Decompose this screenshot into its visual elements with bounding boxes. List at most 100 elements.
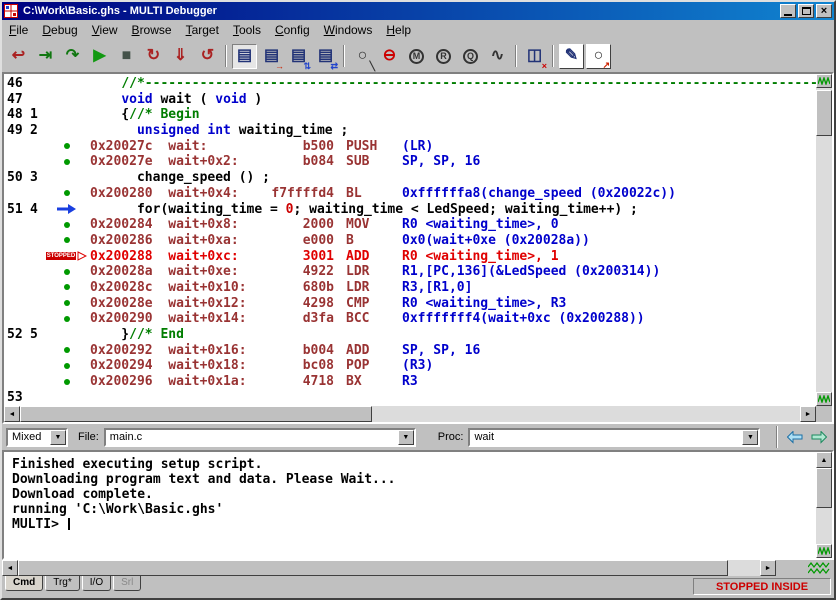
more-text-below-indicator[interactable] [816,392,832,406]
more-text-below-indicator[interactable] [816,544,832,558]
breakpoint-dot[interactable] [43,139,90,154]
register-view-button[interactable]: R [431,44,456,69]
console-vertical-scrollbar[interactable]: ▲ [816,452,832,558]
edit-button[interactable]: ✎ [559,44,584,69]
minimize-button[interactable] [780,4,796,18]
breakpoint-dot[interactable] [43,217,90,232]
code-line[interactable]: 0x20028e wait+0x12:4298CMPR0 <waiting_ti… [4,296,816,312]
quick-view-button[interactable]: Q [458,44,483,69]
asm-operand: R1,[PC,136](&LedSpeed (0x200314)) [402,264,660,279]
menu-item-file[interactable]: File [2,22,35,38]
console-hscroll-thumb[interactable] [18,560,728,576]
more-text-above-indicator[interactable] [816,74,832,88]
back-button[interactable] [784,427,806,447]
next-window-button[interactable]: ▤→ [259,44,284,69]
breakpoint-dot[interactable] [43,343,90,358]
mixed-view-button[interactable]: ▤ [232,44,257,69]
file-dropdown[interactable]: main.c ▼ [104,428,416,447]
signal-view-button[interactable]: ∿ [485,44,510,69]
tile-windows-button[interactable]: ▤⇄ [313,44,338,69]
code-line[interactable]: 53 [4,390,816,406]
go-button[interactable]: ▶ [87,44,112,69]
code-vertical-scrollbar[interactable] [816,74,832,406]
menu-item-view[interactable]: View [85,22,125,38]
code-line[interactable]: 0x20027e wait+0x2:b084SUBSP, SP, 16 [4,154,816,170]
breakpoint-dot[interactable] [43,296,90,311]
breakpoint-dot[interactable] [43,374,90,389]
code-line[interactable]: 47 void wait ( void ) [4,92,816,108]
breakpoints-button[interactable]: ⊖ [377,44,402,69]
menu-item-windows[interactable]: Windows [317,22,380,38]
breakpoint-dot[interactable] [43,358,90,373]
code-line[interactable]: 0x20028a wait+0xe:4922LDRR1,[PC,136](&Le… [4,264,816,280]
code-line[interactable]: 0x200294 wait+0x18:bc08POP(R3) [4,358,816,374]
proc-dropdown[interactable]: wait ▼ [468,428,760,447]
breakpoint-dot[interactable] [43,280,90,295]
scroll-up-button[interactable]: ▲ [816,452,832,468]
memory-view-button[interactable]: M [404,44,429,69]
refresh-button[interactable]: ↺ [195,44,220,69]
code-line[interactable]: 0x200280 wait+0x4:f7ffffd4BL0xffffffa8(c… [4,186,816,202]
breakpoint-dot[interactable] [43,186,90,201]
command-console[interactable]: Finished executing setup script.Download… [4,452,816,558]
title-bar[interactable]: C:\Work\Basic.ghs - MULTI Debugger × [2,2,834,20]
breakpoint-dot[interactable] [43,233,90,248]
menu-item-debug[interactable]: Debug [35,22,84,38]
forward-button[interactable] [808,427,830,447]
asm-mnemonic: POP [346,358,402,374]
code-line[interactable]: 0x200292 wait+0x16:b004ADDSP, SP, 16 [4,343,816,359]
breakpoint-dot[interactable] [43,154,90,169]
display-mode-dropdown-button[interactable]: ▼ [50,430,66,445]
code-line[interactable]: 492 unsigned int waiting_time ; [4,123,816,139]
maximize-button[interactable] [798,4,814,18]
code-line[interactable]: 0x200296 wait+0x1a:4718BXR3 [4,374,816,390]
code-line[interactable]: 0x200290 wait+0x14:d3faBCC0xfffffff4(wai… [4,311,816,327]
code-line[interactable]: 0x200284 wait+0x8:2000MOVR0 <waiting_tim… [4,217,816,233]
connection-button[interactable]: ◫× [522,44,547,69]
scroll-left-button[interactable]: ◄ [4,406,20,422]
tab-cmd[interactable]: Cmd [5,576,43,591]
download-button[interactable]: ⇓ [168,44,193,69]
halt-button[interactable]: ■ [114,44,139,69]
console-horizontal-scrollbar[interactable]: ◄ ► [2,560,776,576]
menu-item-config[interactable]: Config [268,22,317,38]
browse-button[interactable]: ○╲ [350,44,375,69]
step-into-button[interactable]: ⇥ [33,44,58,69]
browse-icon: ○ [358,48,368,64]
restart-button[interactable]: ↻ [141,44,166,69]
code-line[interactable]: 0x20028c wait+0x10:680bLDRR3,[R1,0] [4,280,816,296]
breakpoint-dot[interactable] [43,264,90,279]
scroll-right-button[interactable]: ► [760,560,776,576]
code-line[interactable]: 514 for(waiting_time = 0; waiting_time <… [4,202,816,218]
scroll-left-button[interactable]: ◄ [2,560,18,576]
code-vscroll-thumb[interactable] [816,90,832,136]
code-line[interactable]: 481 {//* Begin [4,107,816,123]
menu-item-browse[interactable]: Browse [125,22,179,38]
inspect-button[interactable]: ○↗ [586,44,611,69]
step-over-button[interactable]: ↷ [60,44,85,69]
tab-srl[interactable]: Srl [113,576,141,591]
tab-io[interactable]: I/O [82,576,111,591]
breakpoint-dot[interactable] [43,311,90,326]
code-line[interactable]: STOPPED0x200288 wait+0xc:3001ADDR0 <wait… [4,249,816,265]
console-vscroll-thumb[interactable] [816,468,832,508]
menu-item-help[interactable]: Help [379,22,418,38]
menu-item-target[interactable]: Target [179,22,226,38]
display-mode-dropdown[interactable]: Mixed ▼ [6,428,68,447]
menu-item-tools[interactable]: Tools [226,22,268,38]
file-dropdown-button[interactable]: ▼ [398,430,414,445]
return-button[interactable]: ↩ [6,44,31,69]
close-button[interactable]: × [816,4,832,18]
code-line[interactable]: 0x20027c wait:b500PUSH(LR) [4,139,816,155]
code-line[interactable]: 0x200286 wait+0xa:e000B0x0(wait+0xe (0x2… [4,233,816,249]
scroll-right-button[interactable]: ► [800,406,816,422]
code-line[interactable]: 503 change_speed () ; [4,170,816,186]
stack-windows-button[interactable]: ▤⇅ [286,44,311,69]
proc-dropdown-button[interactable]: ▼ [742,430,758,445]
code-hscroll-thumb[interactable] [20,406,372,422]
code-line[interactable]: 525 }//* End [4,327,816,343]
code-line[interactable]: 46 //*----------------------------------… [4,76,816,92]
tab-trg[interactable]: Trg* [45,576,80,591]
code-editor[interactable]: 46 //*----------------------------------… [4,74,816,406]
code-horizontal-scrollbar[interactable]: ◄ ► [4,406,816,422]
